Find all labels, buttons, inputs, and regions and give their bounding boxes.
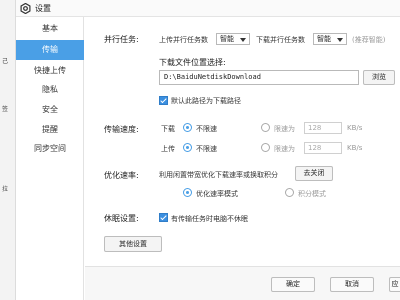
sidebar-item-sync-space[interactable]: 同步空间 (16, 139, 84, 159)
upload-parallel-select[interactable]: 智能 (216, 33, 250, 45)
parallel-tasks-label: 并行任务: (104, 35, 139, 44)
upload-limit-radio[interactable] (261, 143, 270, 152)
upload-parallel-label: 上传并行任务数 (159, 36, 208, 44)
sidebar-item-label: 传输 (42, 45, 58, 54)
select-value: 智能 (317, 35, 331, 43)
optimize-description: 利用闲置带宽优化下载速率或换取积分 (159, 171, 278, 179)
dialog-footer: 确定 取消 应用 (85, 266, 400, 300)
browse-button[interactable]: 浏览 (363, 70, 395, 85)
optimize-close-button[interactable]: 去关闭 (295, 166, 333, 181)
optimize-label: 优化速率: (104, 171, 139, 180)
sidebar-item-quick-upload[interactable]: 快捷上传 (16, 61, 84, 81)
sidebar-item-security[interactable]: 安全 (16, 100, 84, 120)
sidebar-item-reminders[interactable]: 提醒 (16, 120, 84, 140)
sidebar-item-privacy[interactable]: 隐私 (16, 80, 84, 100)
other-settings-button[interactable]: 其他设置 (104, 236, 162, 252)
no-sleep-checkbox[interactable] (159, 213, 168, 222)
cancel-button[interactable]: 取消 (330, 277, 374, 292)
sidebar-item-label: 隐私 (42, 85, 58, 94)
select-value: 智能 (220, 35, 234, 43)
default-path-checkbox[interactable] (159, 96, 168, 105)
download-unlimited-radio[interactable] (183, 123, 192, 132)
sidebar-item-basic[interactable]: 基本 (16, 19, 84, 39)
download-parallel-label: 下载并行任务数 (256, 36, 305, 44)
sidebar-item-label: 快捷上传 (34, 66, 66, 75)
sidebar-item-label: 安全 (42, 105, 58, 114)
upload-speed-label: 上传 (161, 145, 175, 153)
download-limit-input[interactable]: 128 (304, 122, 342, 134)
download-limit-unit: KB/s (347, 124, 363, 132)
chevron-down-icon (337, 38, 343, 42)
title-bar: 设置 (16, 0, 400, 17)
apply-button[interactable]: 应用 (389, 277, 400, 292)
settings-content: 并行任务: 上传并行任务数 智能 下载并行任务数 智能 (推荐智能) 下载文件位… (85, 17, 400, 300)
sidebar-item-label: 提醒 (42, 125, 58, 134)
gear-icon (20, 3, 31, 14)
sidebar-item-label: 基本 (42, 24, 58, 33)
edge-text: 拉 (2, 186, 9, 193)
download-unlimited-label: 不限速 (196, 125, 217, 133)
sidebar-item-label: 同步空间 (34, 144, 66, 153)
window-title: 设置 (35, 4, 51, 13)
sidebar-item-transfer[interactable]: 传输 (16, 40, 84, 60)
points-mode-label: 积分模式 (298, 190, 326, 198)
edge-text: 签 (2, 106, 9, 113)
upload-unlimited-label: 不限速 (196, 145, 217, 153)
sleep-label: 休眠设置: (104, 214, 139, 223)
optimize-rate-radio[interactable] (183, 188, 192, 197)
download-limit-radio[interactable] (261, 123, 270, 132)
download-parallel-select[interactable]: 智能 (313, 33, 347, 45)
default-path-label: 默认此路径为下载路径 (171, 97, 241, 105)
sidebar: 基本 传输 快捷上传 隐私 安全 提醒 同步空间 (16, 17, 84, 300)
upload-unlimited-radio[interactable] (183, 143, 192, 152)
download-limit-label: 限速为 (274, 125, 295, 133)
parallel-note: (推荐智能) (352, 36, 386, 44)
download-location-label: 下载文件位置选择: (159, 58, 226, 67)
upload-limit-label: 限速为 (274, 145, 295, 153)
edge-text: 己 (2, 58, 9, 65)
upload-limit-unit: KB/s (347, 144, 363, 152)
optimize-rate-label: 优化速率模式 (196, 190, 238, 198)
points-mode-radio[interactable] (285, 188, 294, 197)
download-speed-label: 下载 (161, 125, 175, 133)
download-path-field[interactable]: D:\BaiduNetdiskDownload (159, 70, 359, 85)
ok-button[interactable]: 确定 (271, 277, 315, 292)
background-window-edge: 己 签 拉 (0, 0, 16, 300)
upload-limit-input[interactable]: 128 (304, 142, 342, 154)
speed-label: 传输速度: (104, 125, 139, 134)
no-sleep-label: 有传输任务时电脑不休眠 (171, 215, 248, 223)
chevron-down-icon (240, 38, 246, 42)
